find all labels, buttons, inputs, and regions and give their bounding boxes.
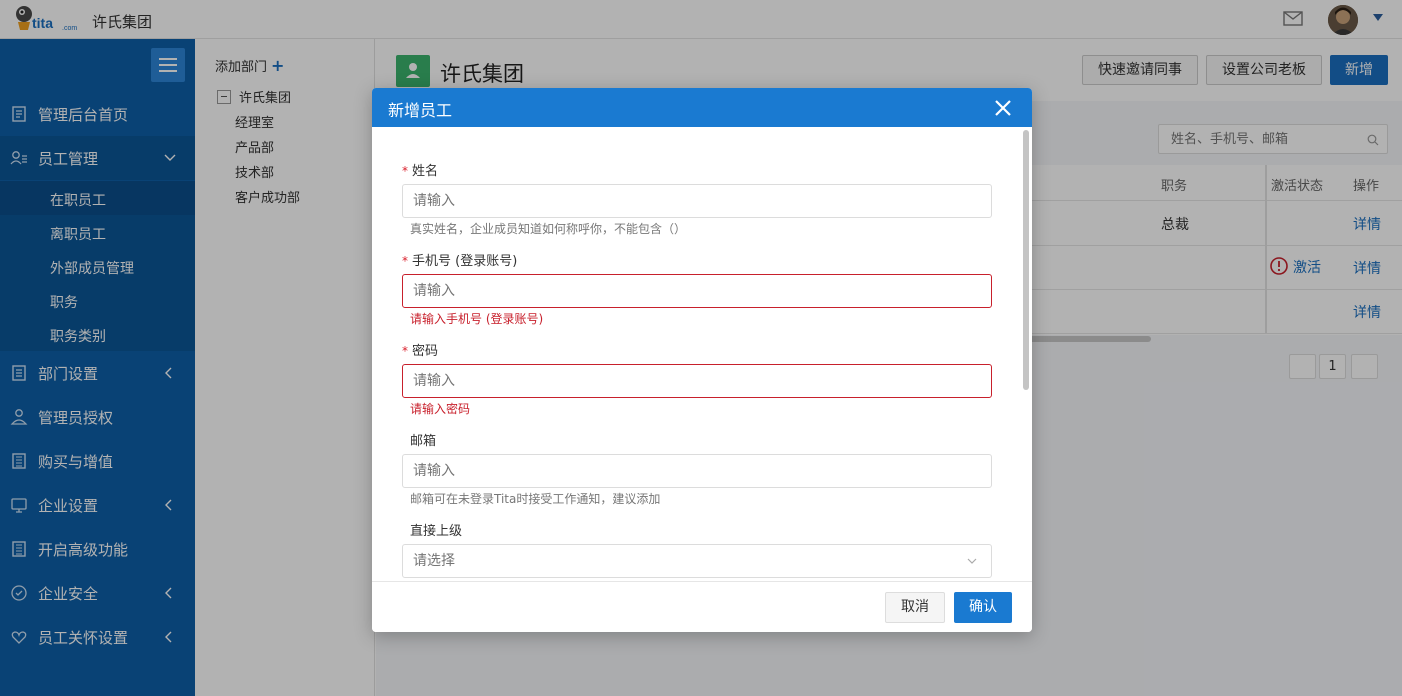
name-help-text: 真实姓名，企业成员知道如何称呼你，不能包含（） (410, 222, 687, 236)
manager-select-input[interactable] (403, 545, 963, 577)
email-help-text: 邮箱可在未登录Tita时接受工作通知，建议添加 (410, 492, 661, 506)
confirm-button[interactable]: 确认 (954, 592, 1012, 623)
dialog-body: *姓名 真实姓名，企业成员知道如何称呼你，不能包含（） *手机号 (登录账号) … (372, 127, 1032, 581)
manager-select[interactable] (402, 544, 992, 578)
name-input[interactable] (403, 185, 963, 217)
add-employee-dialog: 新增员工 * 姓名 真实姓名，企业成员知道如何称呼你，不能包含（） * 手机号 (登… (372, 88, 1032, 632)
phone-label: * 手机号 (登录账号) (402, 250, 517, 269)
name-label: * 姓名 (402, 160, 438, 179)
dialog-header: 新增员工 (372, 88, 1032, 127)
email-label: 邮箱 (410, 434, 437, 449)
dialog-footer: 取消 确认 (372, 581, 1032, 632)
name-field[interactable] (402, 184, 992, 218)
phone-label-text: 手机号 (登录账号) (412, 254, 518, 269)
phone-input[interactable] (403, 275, 963, 307)
password-label-text: 密码 (412, 344, 439, 359)
manager-label: 直接上级 (410, 524, 463, 539)
cancel-button[interactable]: 取消 (885, 592, 945, 623)
chevron-down-icon[interactable] (967, 557, 977, 565)
password-field[interactable] (402, 364, 992, 398)
name-label-text: 姓名 (412, 164, 439, 179)
email-field[interactable] (402, 454, 992, 488)
close-icon[interactable] (994, 99, 1012, 117)
dialog-title: 新增员工 (388, 101, 453, 120)
vertical-scrollbar[interactable] (1023, 130, 1029, 390)
phone-error-text: 请输入手机号 (登录账号) (410, 312, 544, 326)
password-error-text: 请输入密码 (410, 402, 471, 416)
password-input[interactable] (403, 365, 963, 397)
password-label: * 密码 (402, 340, 438, 359)
required-mark: * (402, 164, 408, 178)
required-mark: * (402, 344, 408, 358)
email-input[interactable] (403, 455, 963, 487)
phone-field[interactable] (402, 274, 992, 308)
required-mark: * (402, 254, 408, 268)
